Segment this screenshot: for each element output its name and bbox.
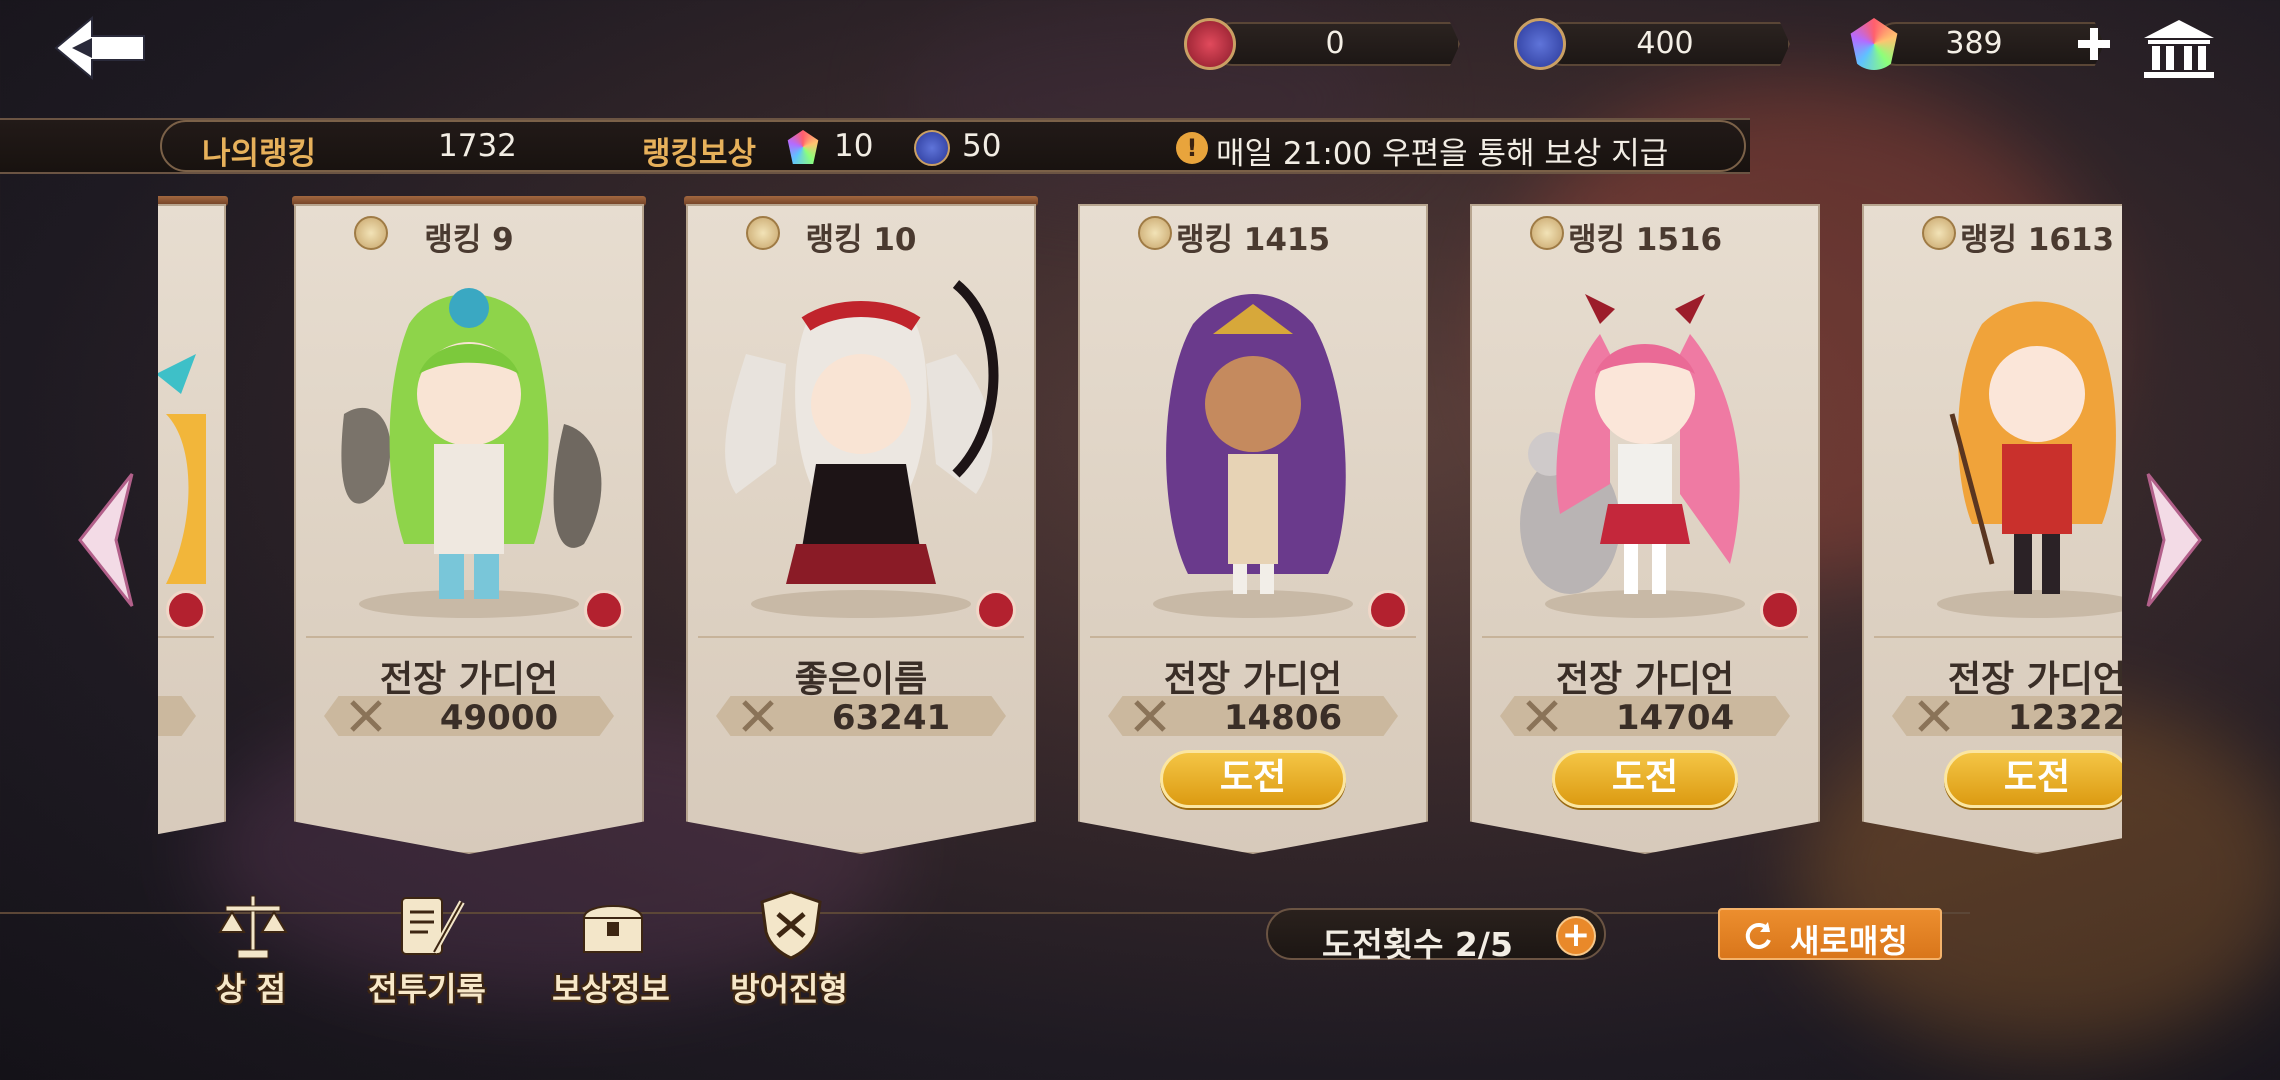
shop-button[interactable]: 상 점 xyxy=(186,880,316,1010)
currency-value: 400 xyxy=(1636,26,1694,61)
refresh-icon xyxy=(1745,922,1771,949)
zoom-icon[interactable] xyxy=(1368,590,1408,630)
currency-stamina: 0 xyxy=(1184,18,1460,70)
character-portrait xyxy=(1490,264,1800,624)
character-portrait xyxy=(706,264,1016,624)
card-rank: 랭킹 1613 xyxy=(1959,222,2115,258)
menu-label: 보상정보 xyxy=(552,970,670,1008)
reward-notice: 매일 21:00 우편을 통해 보상 지급 xyxy=(1216,136,1669,172)
challenge-count-text: 도전횟수 2/5 xyxy=(1322,925,1513,964)
bank-button[interactable] xyxy=(2140,16,2218,82)
rematch-button[interactable]: 새로매칭 xyxy=(1718,908,1942,960)
plus-icon xyxy=(2078,28,2110,60)
my-rank-label: 나의랭킹 xyxy=(202,136,317,172)
card-power: 14704 xyxy=(1615,698,1735,738)
next-page-button[interactable] xyxy=(2138,470,2208,610)
card-player-name: 좋은이름 xyxy=(794,659,928,700)
menu-label: 방어진형 xyxy=(730,970,848,1008)
zoom-icon[interactable] xyxy=(584,590,624,630)
opponent-list[interactable]: 랭킹 9 전장 가디언 49000 랭킹 10 좋은이름 63241 랭킹 14… xyxy=(158,190,2122,870)
ranking-info-strip: 나의랭킹 1732 랭킹보상 10 50 ! 매일 21:00 우편을 통해 보… xyxy=(0,118,1750,174)
card-player-name: 전장 가디언 xyxy=(1947,659,2122,700)
card-power: 12322 xyxy=(2007,698,2122,738)
challenge-button[interactable]: 도전 xyxy=(1160,750,1346,808)
add-challenge-button[interactable]: + xyxy=(1556,916,1596,956)
bank-icon xyxy=(2144,20,2214,78)
menu-label: 전투기록 xyxy=(368,970,486,1008)
reward-info-button[interactable]: 보상정보 xyxy=(546,880,676,1010)
shield-icon xyxy=(760,890,822,960)
character-portrait xyxy=(1882,264,2122,624)
card-rank: 랭킹 10 xyxy=(805,222,917,258)
challenge-count-badge: 도전횟수 2/5 + xyxy=(1266,908,1606,964)
card-player-name: 전장 가디언 xyxy=(379,659,559,700)
ranking-reward-label: 랭킹보상 xyxy=(642,136,757,172)
character-portrait xyxy=(158,264,206,624)
card-rank: 랭킹 9 xyxy=(424,222,514,258)
scroll-sword-icon xyxy=(401,897,465,955)
prev-page-button[interactable] xyxy=(72,470,142,610)
opponent-card[interactable]: 랭킹 1613 전장 가디언 12322 도전 xyxy=(1862,204,2122,854)
my-rank-value: 1732 xyxy=(438,128,517,164)
back-button[interactable] xyxy=(52,14,152,82)
zoom-icon[interactable] xyxy=(976,590,1016,630)
card-power: 49000 xyxy=(439,698,559,738)
opponent-card[interactable]: 랭킹 1516 전장 가디언 14704 도전 xyxy=(1470,204,1820,854)
opponent-card[interactable]: 랭킹 10 좋은이름 63241 xyxy=(684,196,1038,854)
arena-ticket-icon xyxy=(914,130,950,166)
chevron-right-icon xyxy=(2146,473,2202,607)
zoom-icon[interactable] xyxy=(166,590,206,630)
character-portrait xyxy=(314,264,624,624)
currency-value: 389 xyxy=(1945,26,2003,61)
reward-gem-value: 10 xyxy=(834,128,874,164)
card-power: 14806 xyxy=(1223,698,1343,738)
notice-icon: ! xyxy=(1176,132,1208,164)
opponent-card[interactable]: 랭킹 1415 전장 가디언 14806 도전 xyxy=(1078,204,1428,854)
scales-icon xyxy=(218,895,288,959)
character-portrait xyxy=(1098,264,1408,624)
card-rank: 랭킹 1516 xyxy=(1567,222,1723,258)
challenge-button[interactable]: 도전 xyxy=(1552,750,1738,808)
currency-value: 0 xyxy=(1325,26,1345,61)
battle-log-button[interactable]: 전투기록 xyxy=(362,880,492,1010)
opponent-card[interactable]: 랭킹 9 전장 가디언 49000 xyxy=(292,196,646,854)
add-gem-button[interactable] xyxy=(2076,26,2112,62)
opponent-card[interactable] xyxy=(158,196,228,854)
zoom-icon[interactable] xyxy=(1760,590,1800,630)
card-player-name: 전장 가디언 xyxy=(1163,659,1343,700)
currency-arena-ticket: 400 xyxy=(1514,18,1790,70)
defense-formation-button[interactable]: 방어진형 xyxy=(724,880,854,1010)
challenge-button[interactable]: 도전 xyxy=(1944,750,2122,808)
card-rank: 랭킹 1415 xyxy=(1175,222,1331,258)
reward-ticket-value: 50 xyxy=(962,128,1002,164)
rematch-label: 새로매칭 xyxy=(1790,922,1908,960)
menu-label: 상 점 xyxy=(215,970,287,1008)
card-power: 63241 xyxy=(831,698,951,738)
treasure-chest-icon xyxy=(582,905,644,953)
chevron-left-icon xyxy=(78,473,134,607)
card-player-name: 전장 가디언 xyxy=(1555,659,1735,700)
